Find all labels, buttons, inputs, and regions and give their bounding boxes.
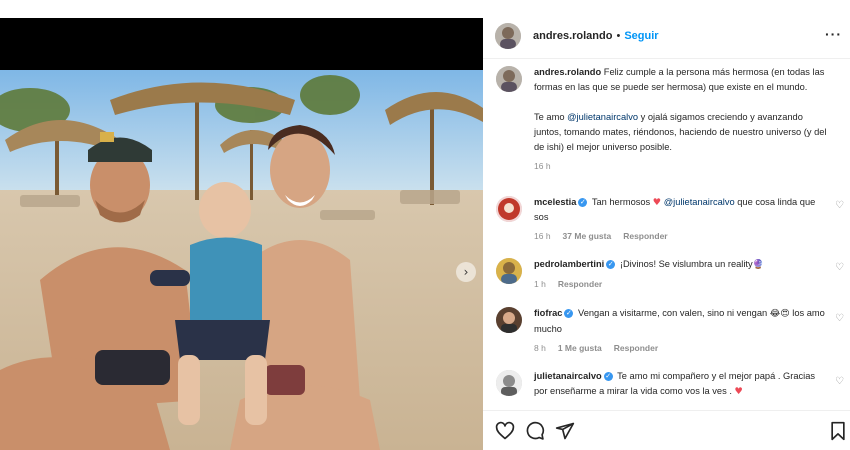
comment-mention[interactable]: @julietanaircalvo bbox=[664, 197, 735, 207]
post-header: andres.rolando • Seguir ··· bbox=[483, 18, 850, 54]
comment-body: julietanaircalvo ✓ Te amo mi compañero y … bbox=[534, 369, 830, 399]
comment-text: mcelestia ✓ Tan hermosos ♥ @julietanairca… bbox=[534, 195, 830, 225]
comment-body: fiofrac ✓ Vengan a visitarme, con valen, … bbox=[534, 306, 830, 356]
post-panel: andres.rolando • Seguir ··· andres.rolan… bbox=[483, 0, 850, 450]
comment-text-part: ¡Divinos! Se vislumbra un reality bbox=[619, 259, 753, 269]
author-avatar[interactable] bbox=[495, 23, 521, 49]
red-heart-emoji-icon: ♥ bbox=[652, 197, 662, 208]
comment-body: pedrolambertini ✓ ¡Divinos! Se vislumbra … bbox=[534, 257, 830, 292]
verified-badge-icon: ✓ bbox=[603, 371, 613, 381]
comment-body: mcelestia ✓ Tan hermosos ♥ @julietanairca… bbox=[534, 195, 830, 244]
comment-like-heart-icon[interactable]: ♡ bbox=[835, 200, 844, 211]
comment-like-heart-icon[interactable]: ♡ bbox=[835, 376, 844, 387]
follow-button[interactable]: Seguir bbox=[624, 30, 658, 42]
comment-text: pedrolambertini ✓ ¡Divinos! Se vislumbra … bbox=[534, 257, 830, 273]
caption-body: andres.rolando Feliz cumple a la persona… bbox=[534, 65, 830, 174]
caption-paragraph-2: Te amo @julietanaircalvo y ojalá sigamos… bbox=[534, 110, 830, 155]
comment-username[interactable]: pedrolambertini bbox=[534, 259, 604, 269]
comment-icon[interactable] bbox=[525, 421, 545, 441]
comment-username[interactable]: julietanaircalvo bbox=[534, 371, 602, 381]
comment-time: 1 h bbox=[534, 279, 546, 289]
caption-username[interactable]: andres.rolando bbox=[534, 67, 601, 77]
comment-like-heart-icon[interactable]: ♡ bbox=[835, 262, 844, 273]
more-options-icon[interactable]: ··· bbox=[825, 26, 842, 42]
next-media-button[interactable]: › bbox=[456, 262, 476, 282]
comment-text-part: Vengan a visitarme, con valen, sino ni v… bbox=[578, 308, 770, 318]
post-media: › bbox=[0, 0, 483, 450]
commenter-avatar[interactable] bbox=[496, 196, 522, 222]
heart-icon[interactable] bbox=[495, 421, 515, 441]
caption-paragraph-1: andres.rolando Feliz cumple a la persona… bbox=[534, 65, 830, 95]
chevron-right-icon: › bbox=[463, 265, 469, 279]
verified-badge-icon: ✓ bbox=[564, 308, 574, 318]
caption-avatar[interactable] bbox=[496, 66, 522, 92]
action-bar bbox=[483, 413, 850, 447]
comment-time: 8 h bbox=[534, 343, 546, 353]
laughing-heart-eyes-emoji-icon: 😂😍 bbox=[769, 309, 790, 319]
comment-time: 16 h bbox=[534, 231, 551, 241]
comment-likes[interactable]: 1 Me gusta bbox=[558, 341, 602, 356]
commenter-avatar[interactable] bbox=[496, 370, 522, 396]
media-letterbox bbox=[0, 18, 483, 70]
bookmark-icon[interactable] bbox=[828, 421, 848, 441]
commenter-avatar[interactable] bbox=[496, 307, 522, 333]
comment-text: fiofrac ✓ Vengan a visitarme, con valen, … bbox=[534, 306, 830, 337]
reply-button[interactable]: Responder bbox=[558, 277, 602, 292]
comment-meta: 1 h Responder bbox=[534, 277, 830, 292]
caption-meta: 16 h bbox=[534, 159, 830, 174]
comment-username[interactable]: fiofrac bbox=[534, 308, 562, 318]
comment-text-part: Tan hermosos bbox=[591, 197, 653, 207]
verified-badge-icon: ✓ bbox=[578, 197, 588, 207]
crystal-ball-emoji-icon: 🔮 bbox=[752, 260, 764, 270]
header-divider bbox=[483, 58, 850, 59]
reply-button[interactable]: Responder bbox=[614, 341, 658, 356]
comment-username[interactable]: mcelestia bbox=[534, 197, 576, 207]
comment-likes[interactable]: 37 Me gusta bbox=[563, 229, 612, 244]
comments-list: andres.rolando Feliz cumple a la persona… bbox=[483, 62, 850, 408]
author-username[interactable]: andres.rolando bbox=[533, 30, 612, 42]
comment-text: julietanaircalvo ✓ Te amo mi compañero y … bbox=[534, 369, 830, 399]
caption-mention[interactable]: @julietanaircalvo bbox=[567, 112, 638, 122]
comment-meta: 16 h 37 Me gusta Responder bbox=[534, 229, 830, 244]
verified-badge-icon: ✓ bbox=[606, 259, 616, 269]
reply-button[interactable]: Responder bbox=[623, 229, 667, 244]
caption-time: 16 h bbox=[534, 161, 551, 171]
commenter-avatar[interactable] bbox=[496, 258, 522, 284]
post-photo[interactable] bbox=[0, 70, 483, 450]
separator-dot: • bbox=[616, 30, 621, 42]
red-heart-emoji-icon: ♥ bbox=[734, 386, 743, 397]
caption-text-2a: Te amo bbox=[534, 112, 568, 122]
media-top-margin bbox=[0, 0, 483, 18]
comment-like-heart-icon[interactable]: ♡ bbox=[835, 313, 844, 324]
comment-meta: 8 h 1 Me gusta Responder bbox=[534, 341, 830, 356]
actions-divider bbox=[483, 410, 850, 411]
share-icon[interactable] bbox=[555, 421, 575, 441]
